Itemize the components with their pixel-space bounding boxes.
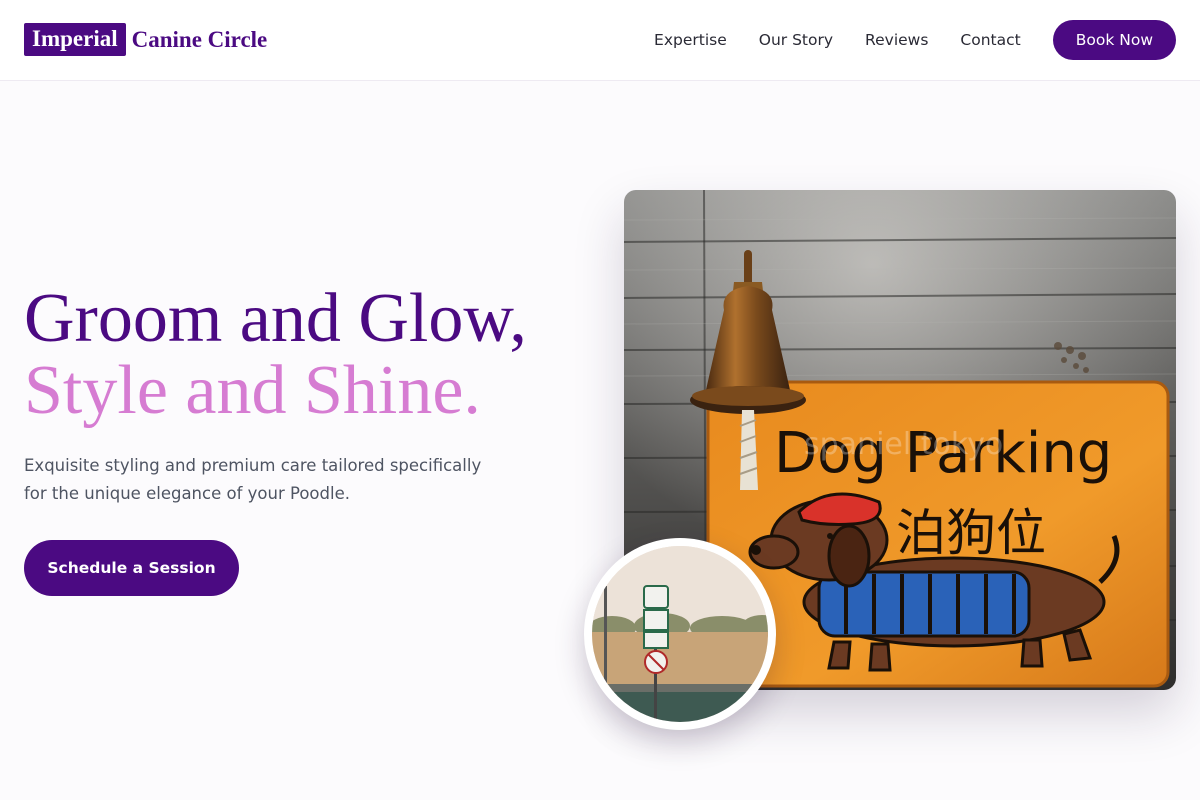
secondary-photo-frame — [592, 546, 768, 722]
site-header: Imperial Canine Circle Expertise Our Sto… — [0, 0, 1200, 81]
brand-logo[interactable]: Imperial Canine Circle — [24, 23, 267, 56]
nav-link-our-story[interactable]: Our Story — [759, 20, 833, 60]
nav-link-expertise[interactable]: Expertise — [654, 20, 727, 60]
hero-title-line1: Groom and Glow, — [24, 280, 527, 357]
schedule-session-button[interactable]: Schedule a Session — [24, 540, 239, 596]
hero-title: Groom and Glow, Style and Shine. — [24, 283, 527, 427]
nav-link-reviews[interactable]: Reviews — [865, 20, 928, 60]
book-now-button[interactable]: Book Now — [1052, 20, 1176, 60]
sign-text-zh: 泊狗位 — [896, 504, 1046, 562]
main-nav: Expertise Our Story Reviews Contact Book… — [654, 20, 1176, 60]
hero-subtitle: Exquisite styling and premium care tailo… — [24, 456, 482, 503]
logo-box: Imperial — [24, 23, 126, 56]
nav-link-contact[interactable]: Contact — [960, 20, 1020, 60]
hero-title-line2: Style and Shine. — [24, 352, 481, 429]
logo-name: Canine Circle — [131, 26, 268, 52]
watermark-text: spaniel tokyo — [804, 427, 1003, 462]
secondary-photo-park-sign — [584, 538, 776, 730]
